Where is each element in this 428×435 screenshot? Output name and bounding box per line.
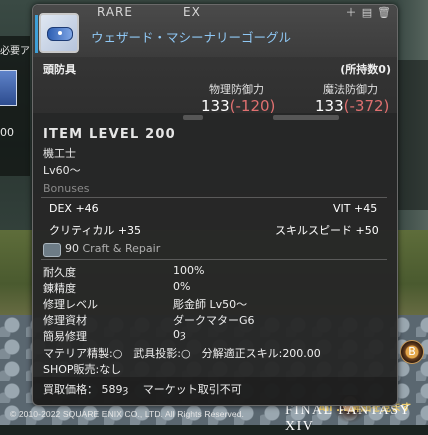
physical-defense-number: 133 xyxy=(201,97,230,115)
magical-defense-diff: (-372) xyxy=(343,97,390,115)
materia-line: マテリア精製:○ 武具投影:○ 分解適正スキル:200.00 xyxy=(43,347,321,360)
bonus-dex: DEX +46 xyxy=(49,202,99,215)
goggle-lens-icon xyxy=(47,27,73,41)
trash-icon[interactable]: 🗑 xyxy=(377,7,391,19)
craft-repair-icon xyxy=(43,243,61,257)
craft-number: 90 xyxy=(65,242,79,255)
document-icon[interactable]: ▤ xyxy=(361,7,373,19)
magical-defense-bar xyxy=(273,115,339,120)
job-requirement: 機工士 xyxy=(43,147,76,160)
bonuses-divider xyxy=(41,197,387,198)
item-icon-frame xyxy=(35,15,38,53)
bonus-vit: VIT +45 xyxy=(333,202,378,215)
row-key: 修理レベル xyxy=(43,298,98,311)
left-hud-number: 00 xyxy=(0,126,14,139)
row-value: 0% xyxy=(173,280,191,293)
goggles-icon xyxy=(39,13,79,53)
row-value: ダークマターG6 xyxy=(173,314,255,327)
level-requirement: Lv60～ xyxy=(43,164,81,177)
physical-defense-diff: (-120) xyxy=(229,97,276,115)
quest-icon[interactable]: B xyxy=(400,340,424,364)
equipment-slot: 頭防具 xyxy=(43,63,76,76)
magical-defense-value: 133(-372) xyxy=(315,97,389,115)
tooltip-toolbar: ＋ ▤ 🗑 xyxy=(345,7,391,19)
row-value: 100% xyxy=(173,264,205,277)
row-value: 彫金師 Lv50～ xyxy=(173,298,248,311)
row-key: 簡易修理 xyxy=(43,330,87,343)
physical-defense-label: 物理防御力 xyxy=(209,83,264,96)
ex-label: EX xyxy=(183,5,201,19)
craft-divider xyxy=(41,259,387,260)
craft-repair-header: 90 Craft & Repair xyxy=(65,242,160,255)
craft-label: Craft & Repair xyxy=(82,242,161,255)
copyright-text: © 2010-2022 SQUARE ENIX CO., LTD. All Ri… xyxy=(10,409,245,419)
bonus-skill-speed: スキルスピード +50 xyxy=(275,224,379,237)
row-key: 耐久度 xyxy=(43,266,76,279)
owned-count: (所持数0) xyxy=(340,63,391,76)
item-name: ウェザード・マシーナリーゴーグル xyxy=(91,30,292,45)
item-level: ITEM LEVEL 200 xyxy=(43,127,176,142)
sell-price-line: 買取価格： 589ȝ マーケット取引不可 xyxy=(43,383,242,396)
row-key: 錬精度 xyxy=(43,282,76,295)
plus-icon[interactable]: ＋ xyxy=(345,7,357,19)
shop-line: SHOP販売:なし xyxy=(43,363,122,376)
item-tooltip: RARE EX ＋ ▤ 🗑 ウェザード・マシーナリーゴーグル 頭防具 (所持数0… xyxy=(32,4,398,406)
right-hud-panel xyxy=(397,60,428,210)
left-hud-panel: 必要ア 00 xyxy=(0,36,30,176)
physical-defense-bar xyxy=(183,115,203,120)
row-value: 0ȝ xyxy=(173,328,186,341)
magical-defense-number: 133 xyxy=(315,97,344,115)
physical-defense-value: 133(-120) xyxy=(201,97,275,115)
left-hud-label: 必要ア xyxy=(0,46,30,57)
magical-defense-label: 魔法防御力 xyxy=(323,83,378,96)
rarity-label: RARE xyxy=(97,5,133,19)
game-logo: FINAL FANTASY XIV xyxy=(285,403,411,434)
row-key: 修理資材 xyxy=(43,314,87,327)
left-hud-blue-icon[interactable] xyxy=(0,70,17,106)
bonuses-label: Bonuses xyxy=(43,182,90,195)
bonus-critical: クリティカル +35 xyxy=(49,224,142,237)
